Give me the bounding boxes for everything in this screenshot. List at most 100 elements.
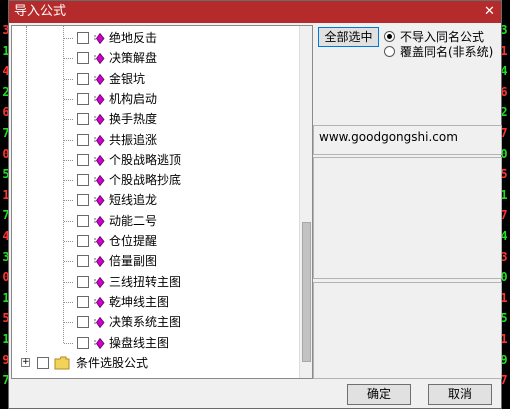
- tree-item[interactable]: 动能二号: [12, 211, 297, 231]
- tree-branch-line: [64, 261, 73, 263]
- folder-icon: [54, 356, 70, 370]
- tree-item[interactable]: 决策解盘: [12, 48, 297, 68]
- item-checkbox[interactable]: [77, 52, 89, 65]
- tree-item[interactable]: 共振追涨: [12, 130, 297, 150]
- item-label: 决策解盘: [109, 51, 158, 66]
- tree-folder-condition-select[interactable]: + 条件选股公式: [12, 353, 297, 373]
- folder-label: 条件选股公式: [76, 355, 149, 370]
- formula-icon: [94, 296, 105, 308]
- website-url: www.goodgongshi.com: [319, 130, 458, 144]
- radio-no-import[interactable]: 不导入同名公式: [384, 30, 484, 44]
- item-checkbox[interactable]: [77, 92, 89, 105]
- item-label: 金银坑: [109, 71, 146, 86]
- item-label: 个股战略抄底: [109, 173, 182, 188]
- tree-branch-line: [64, 78, 73, 80]
- tree-item[interactable]: 三线扭转主图: [12, 272, 297, 292]
- item-label: 共振追涨: [109, 132, 158, 147]
- item-checkbox[interactable]: [77, 133, 89, 146]
- item-label: 仓位提醒: [109, 234, 158, 248]
- tree-branch-line: [64, 220, 73, 222]
- item-label: 三线扭转主图: [109, 274, 182, 289]
- item-checkbox[interactable]: [77, 214, 89, 227]
- item-checkbox[interactable]: [77, 194, 89, 207]
- item-label: 动能二号: [109, 213, 158, 228]
- tree-branch-line: [64, 180, 73, 182]
- tree-item[interactable]: 机构启动: [12, 89, 297, 109]
- item-checkbox[interactable]: [77, 275, 89, 288]
- formula-icon: [94, 195, 105, 207]
- tree-branch-line: [64, 38, 73, 39]
- item-label: 个股战略逃顶: [109, 152, 182, 167]
- item-label: 决策系统主图: [109, 315, 182, 330]
- cancel-button[interactable]: 取消: [428, 384, 492, 405]
- item-checkbox[interactable]: [77, 295, 89, 308]
- item-label: 乾坤线主图: [109, 294, 170, 309]
- formula-icon: [94, 53, 105, 65]
- item-label: 机构启动: [109, 91, 158, 106]
- formula-icon: [94, 134, 105, 146]
- description-box: [313, 157, 502, 279]
- item-checkbox[interactable]: [77, 235, 89, 247]
- tree-item[interactable]: 金银坑: [12, 69, 297, 89]
- formula-icon: [94, 114, 105, 126]
- tree-item[interactable]: 操盘线主图: [12, 333, 297, 353]
- tree-branch-line: [64, 159, 73, 161]
- dialog-title: 导入公式: [14, 4, 67, 19]
- formula-icon: [94, 215, 105, 227]
- tree-branch-line: [64, 98, 73, 100]
- formula-icon: [94, 236, 105, 247]
- tree-item[interactable]: 决策系统主图: [12, 312, 297, 332]
- tree-item[interactable]: 仓位提醒: [12, 231, 297, 251]
- tree-item[interactable]: 换手热度: [12, 109, 297, 129]
- item-checkbox[interactable]: [77, 336, 89, 349]
- formula-icon: [94, 33, 105, 44]
- formula-icon: [94, 256, 105, 268]
- item-checkbox[interactable]: [77, 174, 89, 187]
- item-checkbox[interactable]: [77, 72, 89, 85]
- expand-icon[interactable]: +: [21, 357, 30, 367]
- tree-branch-line: [64, 342, 73, 344]
- select-all-button[interactable]: 全部选中: [318, 27, 379, 47]
- tree-branch-line: [64, 119, 73, 121]
- title-bar[interactable]: 导入公式 ✕: [9, 1, 501, 23]
- formula-icon: [94, 93, 105, 105]
- item-label: 绝地反击: [109, 31, 158, 45]
- item-label: 短线追龙: [109, 193, 158, 208]
- item-label: 换手热度: [109, 112, 158, 127]
- item-checkbox[interactable]: [77, 255, 89, 268]
- formula-icon: [94, 73, 105, 85]
- radio-overwrite-label: 覆盖同名(非系统): [400, 45, 494, 59]
- item-checkbox[interactable]: [77, 153, 89, 166]
- formula-icon: [94, 175, 105, 187]
- radio-no-import-label: 不导入同名公式: [400, 30, 485, 44]
- tree-item[interactable]: 绝地反击: [12, 28, 297, 48]
- radio-overwrite[interactable]: 覆盖同名(非系统): [384, 45, 493, 59]
- tree-branch-line: [64, 58, 73, 60]
- tree-branch-line: [64, 139, 73, 141]
- import-formula-dialog: 导入公式 ✕ 绝地反击决策解盘金银坑机构启动换手热度共振追涨个股战略逃顶 个股战略…: [8, 0, 502, 409]
- item-checkbox[interactable]: [77, 32, 89, 44]
- item-checkbox[interactable]: [77, 316, 89, 329]
- close-button[interactable]: ✕: [482, 4, 497, 19]
- tree-item[interactable]: 个股战略抄底: [12, 170, 297, 190]
- tree-branch-line: [64, 241, 73, 242]
- tree-scrollbar[interactable]: [299, 26, 312, 378]
- radio-no-import-indicator[interactable]: [384, 31, 395, 42]
- formula-icon: [94, 276, 105, 288]
- tree-branch-line: [64, 301, 73, 303]
- item-checkbox[interactable]: [77, 113, 89, 126]
- tree-item[interactable]: 短线追龙: [12, 190, 297, 210]
- detail-box: [313, 282, 502, 379]
- formula-icon: [94, 154, 105, 166]
- close-icon: ✕: [484, 4, 495, 19]
- formula-tree[interactable]: 绝地反击决策解盘金银坑机构启动换手热度共振追涨个股战略逃顶 个股战略抄底 短线追龙动…: [11, 25, 313, 379]
- tree-item[interactable]: 个股战略逃顶: [12, 150, 297, 170]
- ok-button[interactable]: 确定: [347, 384, 411, 405]
- formula-icon: [94, 337, 105, 349]
- folder-checkbox[interactable]: [37, 356, 49, 369]
- tree-item[interactable]: 乾坤线主图: [12, 292, 297, 312]
- tree-branch-line: [64, 322, 73, 324]
- scrollbar-thumb[interactable]: [302, 222, 311, 362]
- radio-overwrite-indicator[interactable]: [384, 46, 395, 57]
- tree-item[interactable]: 倍量副图: [12, 251, 297, 271]
